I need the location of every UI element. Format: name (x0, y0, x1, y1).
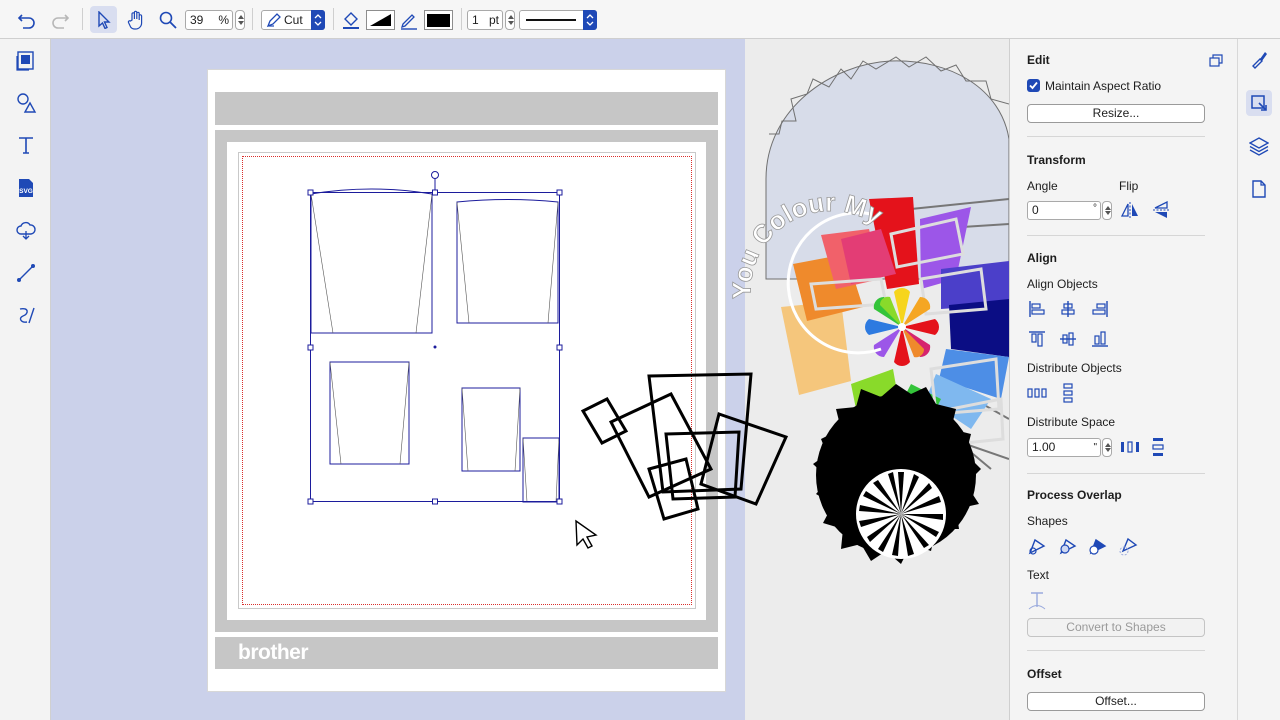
zoom-icon[interactable] (156, 8, 180, 32)
distribute-space-input[interactable]: 1.00 " (1027, 438, 1101, 457)
distribute-space-label: Distribute Space (1027, 415, 1116, 429)
angle-input[interactable]: 0 ° (1027, 201, 1101, 220)
flip-horizontal-icon[interactable] (1119, 199, 1141, 221)
undo-icon[interactable] (16, 9, 38, 31)
align-bottom-icon[interactable] (1089, 328, 1111, 350)
text-icon[interactable] (13, 132, 39, 158)
align-right-icon[interactable] (1089, 298, 1111, 320)
flip-label: Flip (1119, 179, 1139, 193)
chevron-updown-icon (583, 10, 597, 30)
cloud-icon[interactable] (13, 217, 39, 243)
zoom-stepper[interactable] (235, 10, 245, 30)
fill-color-swatch[interactable] (366, 10, 395, 30)
intersect-icon[interactable] (1117, 535, 1139, 557)
space-vertical-icon[interactable] (1147, 436, 1169, 458)
mouse-cursor-icon (575, 519, 598, 549)
inspector-tabs (1237, 39, 1280, 720)
line-icon[interactable] (13, 260, 39, 286)
text-to-shape-icon (1026, 589, 1048, 611)
edit-panel: Edit Maintain Aspect Ratio Resize... Tra… (1009, 39, 1237, 720)
zoom-value: 39 (190, 13, 204, 27)
angle-value: 0 (1032, 203, 1039, 217)
angle-label: Angle (1027, 179, 1058, 193)
svg-icon[interactable]: SVG (13, 175, 39, 201)
subtract-icon[interactable] (1087, 535, 1109, 557)
maintain-aspect-label: Maintain Aspect Ratio (1045, 79, 1162, 93)
stroke-color-swatch[interactable] (424, 10, 453, 30)
flip-vertical-icon[interactable] (1150, 199, 1172, 221)
shapes-label: Shapes (1027, 514, 1068, 528)
chevron-updown-icon (311, 10, 325, 30)
zoom-input[interactable]: 39 % (185, 10, 233, 30)
line-pencil-icon[interactable] (398, 9, 420, 31)
left-toolbox: SVG (0, 39, 51, 720)
offset-button[interactable]: Offset... (1027, 692, 1205, 711)
text-label: Text (1027, 568, 1050, 582)
align-top-icon[interactable] (1026, 328, 1048, 350)
transform-title: Transform (1027, 153, 1086, 167)
stroke-width-stepper[interactable] (505, 10, 515, 30)
edit-title: Edit (1027, 53, 1050, 67)
shapes-icon[interactable] (13, 90, 39, 116)
hand-icon[interactable] (124, 8, 148, 32)
angle-stepper[interactable] (1102, 201, 1112, 220)
process-overlap-title: Process Overlap (1027, 488, 1122, 502)
curve-icon[interactable] (13, 302, 39, 328)
black-outline-shapes[interactable] (580, 372, 789, 521)
space-horizontal-icon[interactable] (1119, 436, 1141, 458)
group-overlap-icon[interactable] (1057, 535, 1079, 557)
align-center-h-icon[interactable] (1057, 298, 1079, 320)
distribute-space-stepper[interactable] (1102, 438, 1112, 457)
line-style-select[interactable] (519, 10, 597, 30)
distribute-horizontal-icon[interactable] (1026, 382, 1048, 404)
main-toolbar: 39 % Cut 1 pt (0, 0, 1280, 39)
redo-icon[interactable] (49, 9, 71, 31)
weld-icon[interactable] (1026, 535, 1048, 557)
mode-select[interactable]: Cut (261, 10, 325, 30)
mode-value: Cut (284, 13, 303, 27)
svg-text:SVG: SVG (19, 188, 33, 195)
detach-panel-icon[interactable] (1205, 50, 1227, 72)
ring-text: You Colour My World (51, 39, 896, 299)
image-tool-icon[interactable] (13, 48, 39, 74)
layers-icon[interactable] (1246, 133, 1272, 159)
stroke-width-unit: pt (488, 13, 499, 27)
align-title: Align (1027, 251, 1057, 265)
brush-icon[interactable] (1246, 47, 1272, 73)
ring-text-path: You Colour My World (51, 39, 897, 300)
stroke-width-value: 1 (472, 13, 479, 27)
offset-title: Offset (1027, 667, 1062, 681)
angle-unit: ° (1093, 203, 1097, 214)
select-arrow-icon[interactable] (90, 6, 117, 33)
align-objects-label: Align Objects (1027, 277, 1098, 291)
transform-icon[interactable] (1246, 90, 1272, 116)
distribute-objects-label: Distribute Objects (1027, 361, 1122, 375)
design-canvas[interactable]: brother You Colour My (51, 39, 1009, 720)
pen-icon (266, 12, 282, 33)
stroke-width-input[interactable]: 1 pt (467, 10, 503, 30)
fill-icon[interactable] (340, 9, 362, 31)
distribute-space-unit: " (1093, 442, 1097, 453)
align-left-icon[interactable] (1026, 298, 1048, 320)
align-center-v-icon[interactable] (1057, 328, 1079, 350)
maintain-aspect-checkbox[interactable] (1027, 79, 1040, 92)
distribute-vertical-icon[interactable] (1057, 382, 1079, 404)
distribute-space-value: 1.00 (1032, 440, 1056, 454)
convert-to-shapes-button[interactable]: Convert to Shapes (1027, 618, 1205, 637)
page-icon[interactable] (1246, 176, 1272, 202)
resize-button[interactable]: Resize... (1027, 104, 1205, 123)
zoom-unit: % (218, 13, 229, 27)
canvas-shapes-layer: You Colour My World (51, 39, 1009, 564)
